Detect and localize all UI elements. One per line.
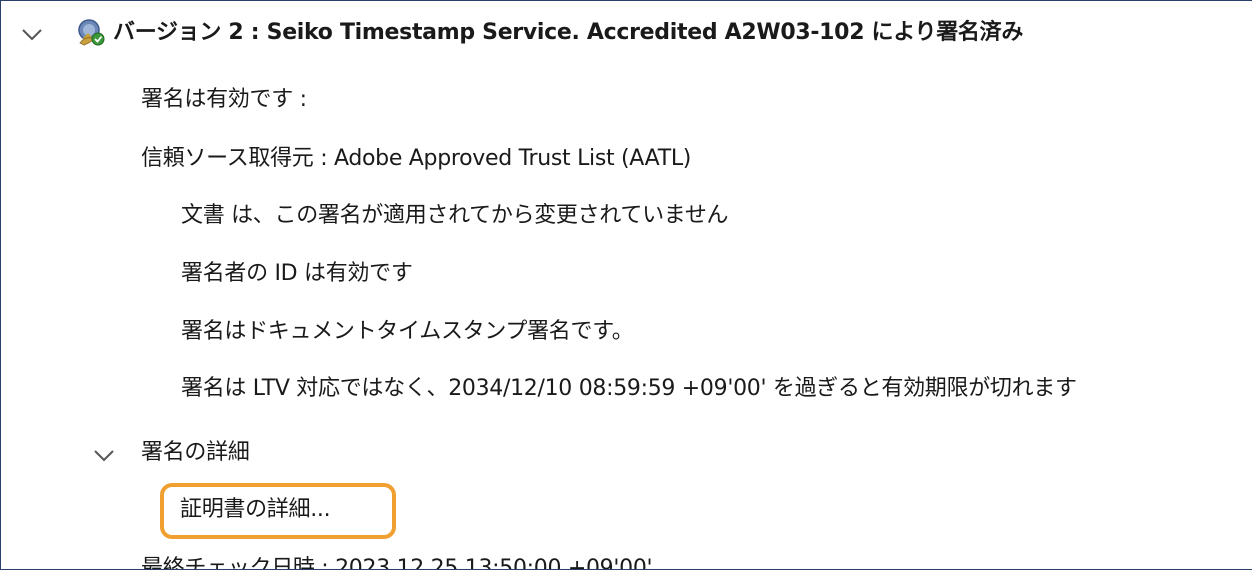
trust-source-label: 信頼ソース取得元 : Adobe Approved Trust List (AA… xyxy=(141,146,692,171)
signature-valid-label: 署名は有効です : xyxy=(141,87,307,112)
version-title: バージョン 2 : Seiko Timestamp Service. Accre… xyxy=(113,20,1024,45)
check-timestamp-signature: 署名はドキュメントタイムスタンプ署名です。 xyxy=(181,319,634,344)
details-section-label: 署名の詳細 xyxy=(141,440,250,465)
check-ltv-expiry: 署名は LTV 対応ではなく、2034/12/10 08:59:59 +09'0… xyxy=(181,376,1077,401)
last-checked-label: 最終チェック日時 : 2023.12.25 13:50:00 +09'00' xyxy=(141,556,653,570)
check-signer-id-valid: 署名者の ID は有効です xyxy=(181,261,413,286)
chevron-down-icon[interactable] xyxy=(93,449,115,463)
certificate-details-label[interactable]: 証明書の詳細... xyxy=(180,495,331,525)
check-not-modified: 文書 は、この署名が適用されてから変更されていません xyxy=(181,203,729,228)
signature-panel: バージョン 2 : Seiko Timestamp Service. Accre… xyxy=(0,0,1252,570)
signature-valid-icon xyxy=(76,17,106,47)
chevron-down-icon[interactable] xyxy=(21,28,43,42)
